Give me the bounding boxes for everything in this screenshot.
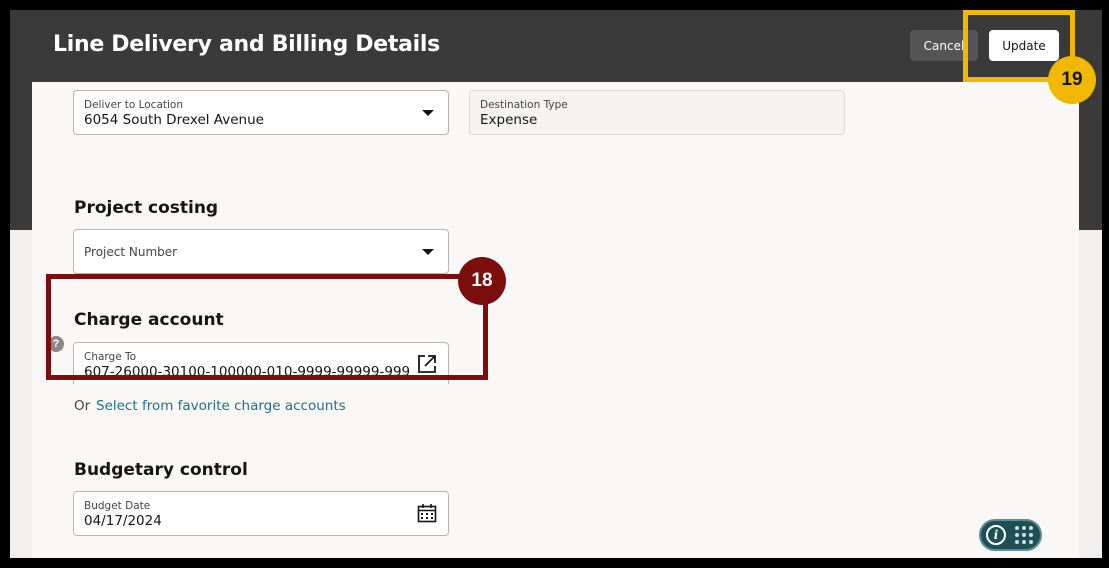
budgetary-control-heading: Budgetary control	[74, 460, 248, 480]
annotation-badge-18: 18	[458, 257, 506, 305]
or-text: Or	[74, 398, 91, 414]
budget-date-value: 04/17/2024	[84, 513, 162, 529]
help-widget[interactable]: i	[979, 519, 1042, 551]
budget-date-label: Budget Date	[84, 500, 151, 512]
destination-type-field: Destination Type Expense	[469, 90, 845, 135]
destination-type-label: Destination Type	[480, 99, 568, 111]
project-number-select[interactable]: Project Number	[73, 229, 449, 274]
page-title: Line Delivery and Billing Details	[53, 32, 440, 57]
favorite-charge-accounts-link[interactable]: Select from favorite charge accounts	[96, 398, 346, 414]
deliver-to-location-label: Deliver to Location	[84, 99, 183, 111]
apps-grid-icon[interactable]	[1015, 526, 1035, 546]
project-number-placeholder: Project Number	[84, 245, 178, 259]
drawer-header: Line Delivery and Billing Details Cancel…	[10, 10, 1102, 82]
calendar-icon[interactable]	[417, 503, 437, 523]
chevron-down-icon	[422, 110, 434, 116]
project-costing-heading: Project costing	[74, 198, 219, 218]
info-icon[interactable]: i	[986, 525, 1006, 545]
budget-date-field[interactable]: Budget Date 04/17/2024	[73, 491, 449, 536]
deliver-to-location-select[interactable]: Deliver to Location 6054 South Drexel Av…	[73, 90, 449, 135]
annotation-highlight-18	[46, 274, 488, 380]
annotation-badge-19: 19	[1048, 56, 1096, 104]
deliver-to-location-value: 6054 South Drexel Avenue	[84, 112, 264, 128]
chevron-down-icon	[422, 249, 434, 255]
destination-type-value: Expense	[480, 112, 538, 128]
